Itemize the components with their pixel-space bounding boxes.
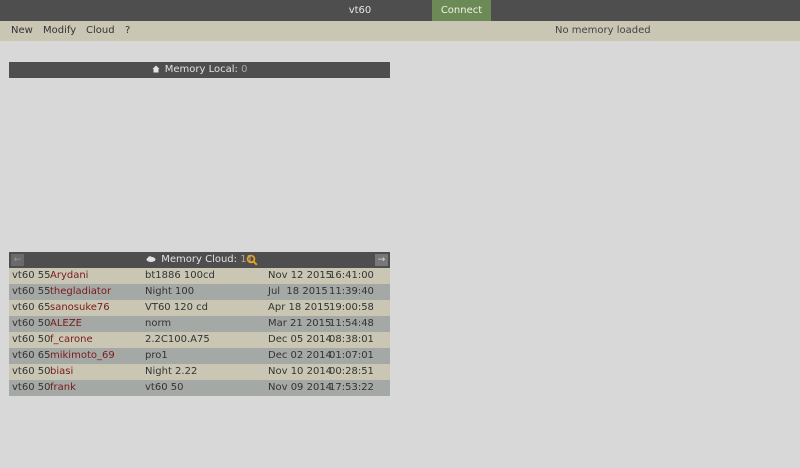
row-calibration: vt60 50 (145, 382, 184, 393)
row-time: 11:54:48 (329, 318, 374, 329)
app-title: vt60 (348, 5, 372, 16)
memory-cloud-header: ← Memory Cloud: 11 → (9, 252, 390, 268)
menu-modify[interactable]: Modify (43, 21, 76, 41)
row-model: vt60 50 (12, 382, 51, 393)
memory-local-label: Memory Local: (164, 64, 238, 75)
memory-local-count: 0 (241, 64, 248, 75)
cloud-icon (146, 256, 156, 262)
row-calibration: 2.2C100.A75 (145, 334, 210, 345)
row-user: f_carone (50, 334, 93, 345)
row-user: thegladiator (50, 286, 112, 297)
row-time: 19:00:58 (329, 302, 374, 313)
row-date: Dec 02 2014 (268, 350, 332, 361)
row-time: 08:38:01 (329, 334, 374, 345)
row-time: 00:28:51 (329, 366, 374, 377)
row-date: Jul 18 2015 (268, 286, 328, 297)
table-row[interactable]: vt60 50 ALEZE norm Mar 21 2015 11:54:48 (9, 316, 390, 332)
row-calibration: pro1 (145, 350, 168, 361)
menu-bar: New Modify Cloud ? No memory loaded (0, 21, 800, 41)
row-date: Mar 21 2015 (268, 318, 332, 329)
row-calibration: bt1886 100cd (145, 270, 215, 281)
table-row[interactable]: vt60 50 f_carone 2.2C100.A75 Dec 05 2014… (9, 332, 390, 348)
row-user: mikimoto_69 (50, 350, 115, 361)
row-user: sanosuke76 (50, 302, 110, 313)
row-model: vt60 65 (12, 350, 51, 361)
row-time: 16:41:00 (329, 270, 374, 281)
title-bar: vt60 Connect (0, 0, 800, 21)
table-row[interactable]: vt60 55 thegladiator Night 100 Jul 18 20… (9, 284, 390, 300)
row-time: 17:53:22 (329, 382, 374, 393)
search-icon[interactable] (246, 254, 258, 266)
row-date: Nov 12 2015 (268, 270, 333, 281)
row-model: vt60 65 (12, 302, 51, 313)
row-calibration: Night 100 (145, 286, 195, 297)
row-calibration: Night 2.22 (145, 366, 198, 377)
next-page-button[interactable]: → (375, 254, 388, 266)
row-user: frank (50, 382, 76, 393)
row-time: 01:07:01 (329, 350, 374, 361)
row-model: vt60 55 (12, 286, 51, 297)
memory-cloud-label: Memory Cloud: (161, 254, 238, 265)
table-row[interactable]: vt60 65 sanosuke76 VT60 120 cd Apr 18 20… (9, 300, 390, 316)
table-row[interactable]: vt60 65 mikimoto_69 pro1 Dec 02 2014 01:… (9, 348, 390, 364)
table-row[interactable]: vt60 55 Arydani bt1886 100cd Nov 12 2015… (9, 268, 390, 284)
menu-cloud[interactable]: Cloud (86, 21, 115, 41)
table-row[interactable]: vt60 50 frank vt60 50 Nov 09 2014 17:53:… (9, 380, 390, 396)
row-user: ALEZE (50, 318, 82, 329)
row-user: Arydani (50, 270, 89, 281)
row-date: Nov 09 2014 (268, 382, 333, 393)
home-icon (152, 65, 160, 73)
memory-status: No memory loaded (555, 25, 651, 36)
connect-button[interactable]: Connect (432, 0, 491, 21)
row-user: biasi (50, 366, 74, 377)
menu-new[interactable]: New (11, 21, 33, 41)
row-calibration: VT60 120 cd (145, 302, 208, 313)
memory-local-header: Memory Local: 0 (9, 62, 390, 78)
row-date: Dec 05 2014 (268, 334, 332, 345)
row-model: vt60 50 (12, 318, 51, 329)
row-model: vt60 55 (12, 270, 51, 281)
menu-help[interactable]: ? (125, 21, 130, 41)
cloud-memory-list: vt60 55 Arydani bt1886 100cd Nov 12 2015… (9, 268, 390, 396)
row-time: 11:39:40 (329, 286, 374, 297)
row-calibration: norm (145, 318, 172, 329)
row-model: vt60 50 (12, 334, 51, 345)
row-model: vt60 50 (12, 366, 51, 377)
table-row[interactable]: vt60 50 biasi Night 2.22 Nov 10 2014 00:… (9, 364, 390, 380)
row-date: Apr 18 2015 (268, 302, 330, 313)
row-date: Nov 10 2014 (268, 366, 333, 377)
